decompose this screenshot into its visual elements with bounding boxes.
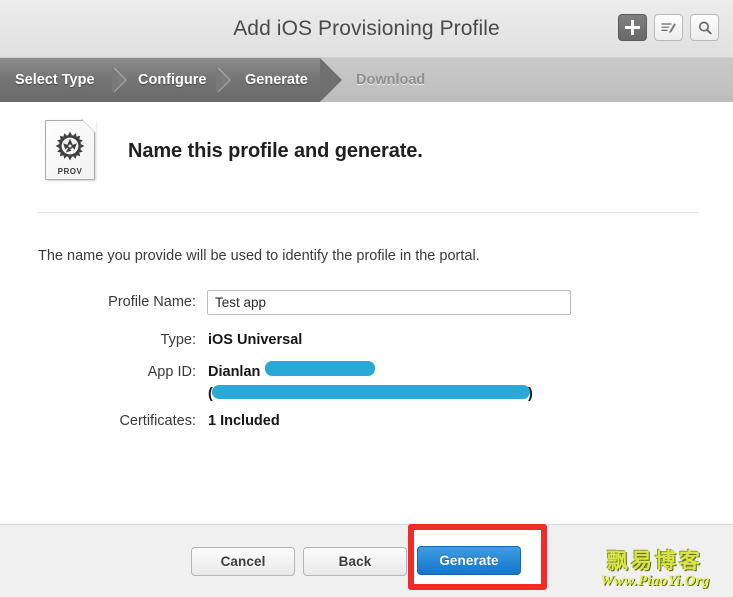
chevron-right-icon	[112, 67, 127, 93]
field-value-app-id: Dianlan	[208, 364, 261, 380]
content-header: PROV Name this profile and generate.	[0, 102, 733, 202]
breadcrumb-arrow-head	[320, 58, 342, 102]
profile-name-input[interactable]	[207, 290, 571, 315]
edit-button[interactable]	[654, 14, 683, 41]
cancel-button[interactable]: Cancel	[191, 547, 295, 576]
gear-icon	[55, 131, 85, 161]
app-window: Add iOS Provisioning Profile Select Type…	[0, 0, 733, 597]
window-titlebar: Add iOS Provisioning Profile	[0, 0, 733, 58]
field-value-certificates: 1 Included	[208, 413, 280, 429]
search-icon	[698, 21, 712, 34]
breadcrumb: Select Type Configure Generate Download	[0, 58, 733, 102]
field-label-profile-name: Profile Name:	[108, 294, 196, 310]
breadcrumb-step-configure[interactable]: Configure	[138, 58, 206, 102]
main-content: PROV Name this profile and generate. The…	[0, 102, 733, 524]
search-button[interactable]	[690, 14, 719, 41]
redaction-mark-app-id-line2	[212, 385, 530, 399]
provisioning-profile-document-icon: PROV	[45, 119, 96, 180]
field-label-type: Type:	[160, 332, 196, 348]
field-label-app-id: App ID:	[147, 364, 196, 380]
titlebar-button-group	[618, 14, 719, 41]
footer-bar: Cancel Back	[0, 524, 733, 597]
edit-pencil-icon	[661, 23, 676, 33]
field-label-certificates: Certificates:	[119, 413, 196, 429]
chevron-right-icon	[216, 67, 231, 93]
page-title: Name this profile and generate.	[128, 140, 423, 162]
redaction-mark-app-id-line1	[265, 361, 375, 376]
breadcrumb-step-select-type[interactable]: Select Type	[15, 58, 95, 102]
plus-icon	[625, 20, 640, 35]
breadcrumb-step-generate[interactable]: Generate	[245, 58, 308, 102]
generate-button[interactable]: Generate	[417, 546, 521, 575]
back-button[interactable]: Back	[303, 547, 407, 576]
prov-icon-label: PROV	[57, 167, 83, 176]
field-value-type: iOS Universal	[208, 332, 303, 348]
breadcrumb-step-download: Download	[356, 72, 426, 88]
add-button[interactable]	[618, 14, 647, 41]
section-divider	[38, 212, 698, 213]
lead-description: The name you provide will be used to ide…	[38, 248, 480, 264]
